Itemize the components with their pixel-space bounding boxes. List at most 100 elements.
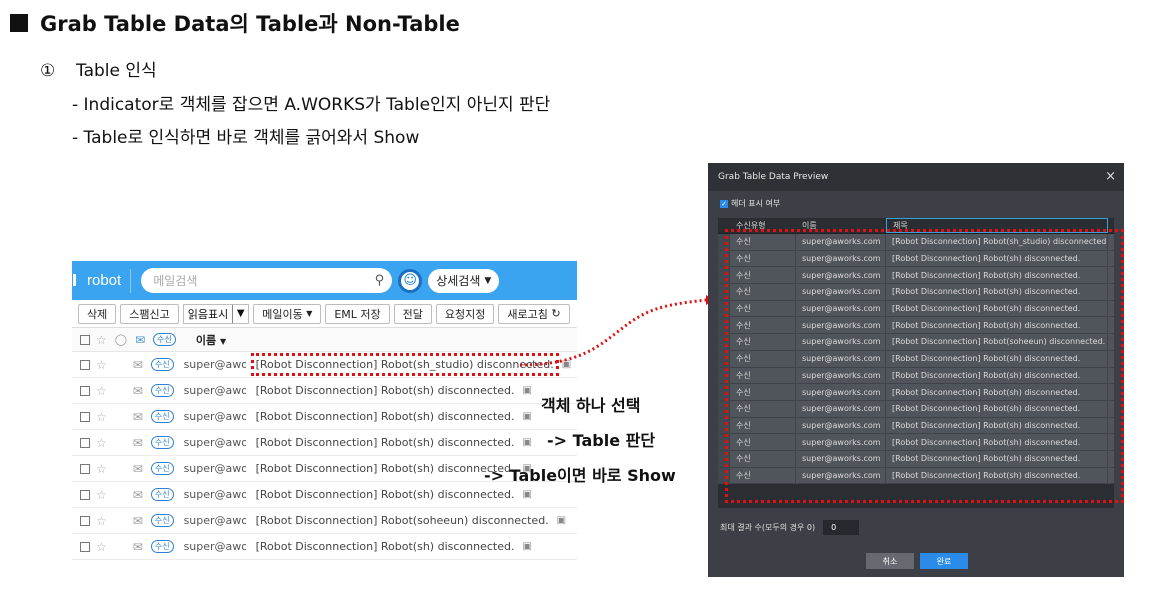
subject[interactable]: [Robot Disconnection] Robot(sh) disconne… <box>256 462 515 475</box>
sender[interactable]: super@awor··· <box>184 514 246 527</box>
table-cell[interactable]: super@aworks.com <box>796 367 886 384</box>
table-cell[interactable]: 수신 <box>730 334 796 350</box>
table-cell[interactable]: [Robot Disconnection] Robot(sh) disconne… <box>886 350 1108 367</box>
table-cell[interactable]: 수신 <box>730 450 796 467</box>
table-row[interactable]: 수신 super@aworks.com [Robot Disconnection] … <box>718 334 1114 351</box>
collapse-handle[interactable] <box>73 274 76 286</box>
memo-icon[interactable]: ▣ <box>522 411 531 422</box>
table-cell[interactable]: super@aworks.com <box>796 384 886 400</box>
table-cell[interactable]: [Robot Disconnection] Robot(sh) disconne… <box>886 300 1108 317</box>
table-cell[interactable]: super@aworks.com <box>796 284 886 300</box>
table-cell[interactable]: [Robot Disconnection] Robot(sh) disconne… <box>886 267 1108 284</box>
row-checkbox[interactable] <box>80 437 90 448</box>
table-cell[interactable]: 수신 <box>730 400 796 417</box>
subject[interactable]: [Robot Disconnection] Robot(sh) disconne… <box>256 488 515 501</box>
row-checkbox[interactable] <box>80 463 90 474</box>
table-row[interactable]: 수신 super@aworks.com [Robot Disconnection] … <box>718 267 1114 285</box>
table-row[interactable]: 수신 super@aworks.com [Robot Disconnection] … <box>718 467 1114 485</box>
table-cell[interactable]: [Robot Disconnection] Robot(sh) disconne… <box>886 250 1108 267</box>
sender[interactable]: super@awor··· <box>184 358 246 371</box>
memo-icon[interactable]: ▣ <box>557 515 566 526</box>
advanced-search-button[interactable]: 상세검색 ▼ <box>428 268 500 293</box>
sender[interactable]: super@awor··· <box>184 410 246 423</box>
table-row[interactable]: 수신 super@aworks.com [Robot Disconnection] … <box>718 234 1114 251</box>
table-cell[interactable]: 수신 <box>730 384 796 400</box>
table-row[interactable]: 수신 super@aworks.com [Robot Disconnection] … <box>718 300 1114 318</box>
table-row[interactable]: 수신 super@aworks.com [Robot Disconnection] … <box>718 450 1114 468</box>
sender[interactable]: super@awor··· <box>184 436 246 449</box>
table-row[interactable]: ☆ ✉ 수신 super@awor··· [Robot Disconnection] R… <box>72 404 577 430</box>
table-cell[interactable]: 수신 <box>730 467 796 484</box>
move-mail-button[interactable]: 메일이동 ▼ <box>253 303 322 324</box>
star-icon[interactable]: ☆ <box>96 514 107 528</box>
table-cell[interactable]: 수신 <box>730 417 796 434</box>
table-cell[interactable]: super@aworks.com <box>796 250 886 267</box>
max-results-input[interactable]: 0 <box>823 520 860 535</box>
sender[interactable]: super@awor··· <box>184 462 246 475</box>
row-checkbox[interactable] <box>80 515 90 526</box>
table-cell[interactable]: 수신 <box>730 234 796 250</box>
sender[interactable]: super@awor··· <box>184 384 246 397</box>
table-cell[interactable]: 수신 <box>730 350 796 367</box>
table-cell[interactable]: [Robot Disconnection] Robot(sh) disconne… <box>886 450 1108 467</box>
envelope-icon[interactable]: ✉ <box>135 333 145 347</box>
show-header-checkbox[interactable]: ✓ 헤더 표시 여부 <box>720 198 780 209</box>
table-cell[interactable]: [Robot Disconnection] Robot(sh) disconne… <box>886 467 1108 484</box>
cancel-button[interactable]: 취소 <box>866 553 914 569</box>
row-checkbox[interactable] <box>80 541 90 552</box>
star-icon[interactable]: ☆ <box>96 540 107 554</box>
sender[interactable]: super@awor··· <box>184 540 246 553</box>
table-cell[interactable]: [Robot Disconnection] Robot(sh) disconne… <box>886 284 1108 300</box>
table-row[interactable]: 수신 super@aworks.com [Robot Disconnection] … <box>718 417 1114 435</box>
subject[interactable]: [Robot Disconnection] Robot(sh) disconne… <box>256 384 515 397</box>
star-icon[interactable]: ☆ <box>96 488 107 502</box>
star-icon[interactable]: ☆ <box>96 333 107 347</box>
spam-button[interactable]: 스팸신고 <box>120 303 179 324</box>
subject[interactable]: [Robot Disconnection] Robot(sh) disconne… <box>256 540 515 553</box>
row-checkbox[interactable] <box>80 489 90 500</box>
row-checkbox[interactable] <box>80 385 90 396</box>
table-cell[interactable]: [Robot Disconnection] Robot(sh) disconne… <box>886 400 1108 417</box>
table-row[interactable]: ☆ ✉ 수신 super@awor··· [Robot Disconnection] R… <box>72 430 577 456</box>
memo-icon[interactable]: ▣ <box>522 385 531 396</box>
subject[interactable]: [Robot Disconnection] Robot(soheeun) dis… <box>256 514 549 527</box>
table-cell[interactable]: 수신 <box>730 267 796 284</box>
subject[interactable]: [Robot Disconnection] Robot(sh) disconne… <box>256 410 515 423</box>
search-input[interactable] <box>153 273 375 288</box>
memo-icon[interactable]: ▣ <box>522 489 531 500</box>
table-row[interactable]: 수신 super@aworks.com [Robot Disconnection] … <box>718 384 1114 401</box>
table-cell[interactable]: super@aworks.com <box>796 467 886 484</box>
select-all-checkbox[interactable] <box>80 334 90 345</box>
name-column-header[interactable]: 이름 ▼ <box>196 332 226 348</box>
sender[interactable]: super@awor··· <box>184 488 246 501</box>
table-cell[interactable]: super@aworks.com <box>796 317 886 334</box>
table-cell[interactable]: 수신 <box>730 250 796 267</box>
row-checkbox[interactable] <box>80 359 90 370</box>
face-icon[interactable]: ☺ <box>398 268 423 293</box>
table-cell[interactable]: 수신 <box>730 434 796 450</box>
star-icon[interactable]: ☆ <box>96 410 107 424</box>
table-cell[interactable]: super@aworks.com <box>796 400 886 417</box>
table-row[interactable]: ☆ ✉ 수신 super@awor··· [Robot Disconnection] R… <box>72 378 577 404</box>
memo-icon[interactable]: ▣ <box>562 359 571 370</box>
star-icon[interactable]: ☆ <box>96 436 107 450</box>
forward-button[interactable]: 전달 <box>393 303 432 324</box>
table-cell[interactable]: [Robot Disconnection] Robot(soheeun) dis… <box>886 334 1108 350</box>
star-icon[interactable]: ☆ <box>96 358 107 372</box>
ok-button[interactable]: 완료 <box>920 553 968 569</box>
subject[interactable]: [Robot Disconnection] Robot(sh_studio) d… <box>250 353 559 376</box>
table-row[interactable]: ☆ ✉ 수신 super@awor··· [Robot Disconnection] R… <box>72 508 577 534</box>
received-pill[interactable]: 수신 <box>153 333 176 346</box>
table-cell[interactable]: super@aworks.com <box>796 350 886 367</box>
table-row[interactable]: 수신 super@aworks.com [Robot Disconnection] … <box>718 350 1114 368</box>
memo-icon[interactable]: ▣ <box>522 437 531 448</box>
column-header[interactable]: 수신유형 <box>730 218 796 233</box>
table-cell[interactable]: [Robot Disconnection] Robot(sh) disconne… <box>886 367 1108 384</box>
table-cell[interactable]: [Robot Disconnection] Robot(sh) disconne… <box>886 317 1108 334</box>
column-header[interactable]: 제목 <box>886 218 1108 233</box>
table-cell[interactable]: super@aworks.com <box>796 334 886 350</box>
read-display-select[interactable]: 읽음표시 ▼ <box>182 303 250 324</box>
table-cell[interactable]: super@aworks.com <box>796 234 886 250</box>
table-row[interactable]: 수신 super@aworks.com [Robot Disconnection] … <box>718 284 1114 301</box>
table-cell[interactable]: 수신 <box>730 317 796 334</box>
